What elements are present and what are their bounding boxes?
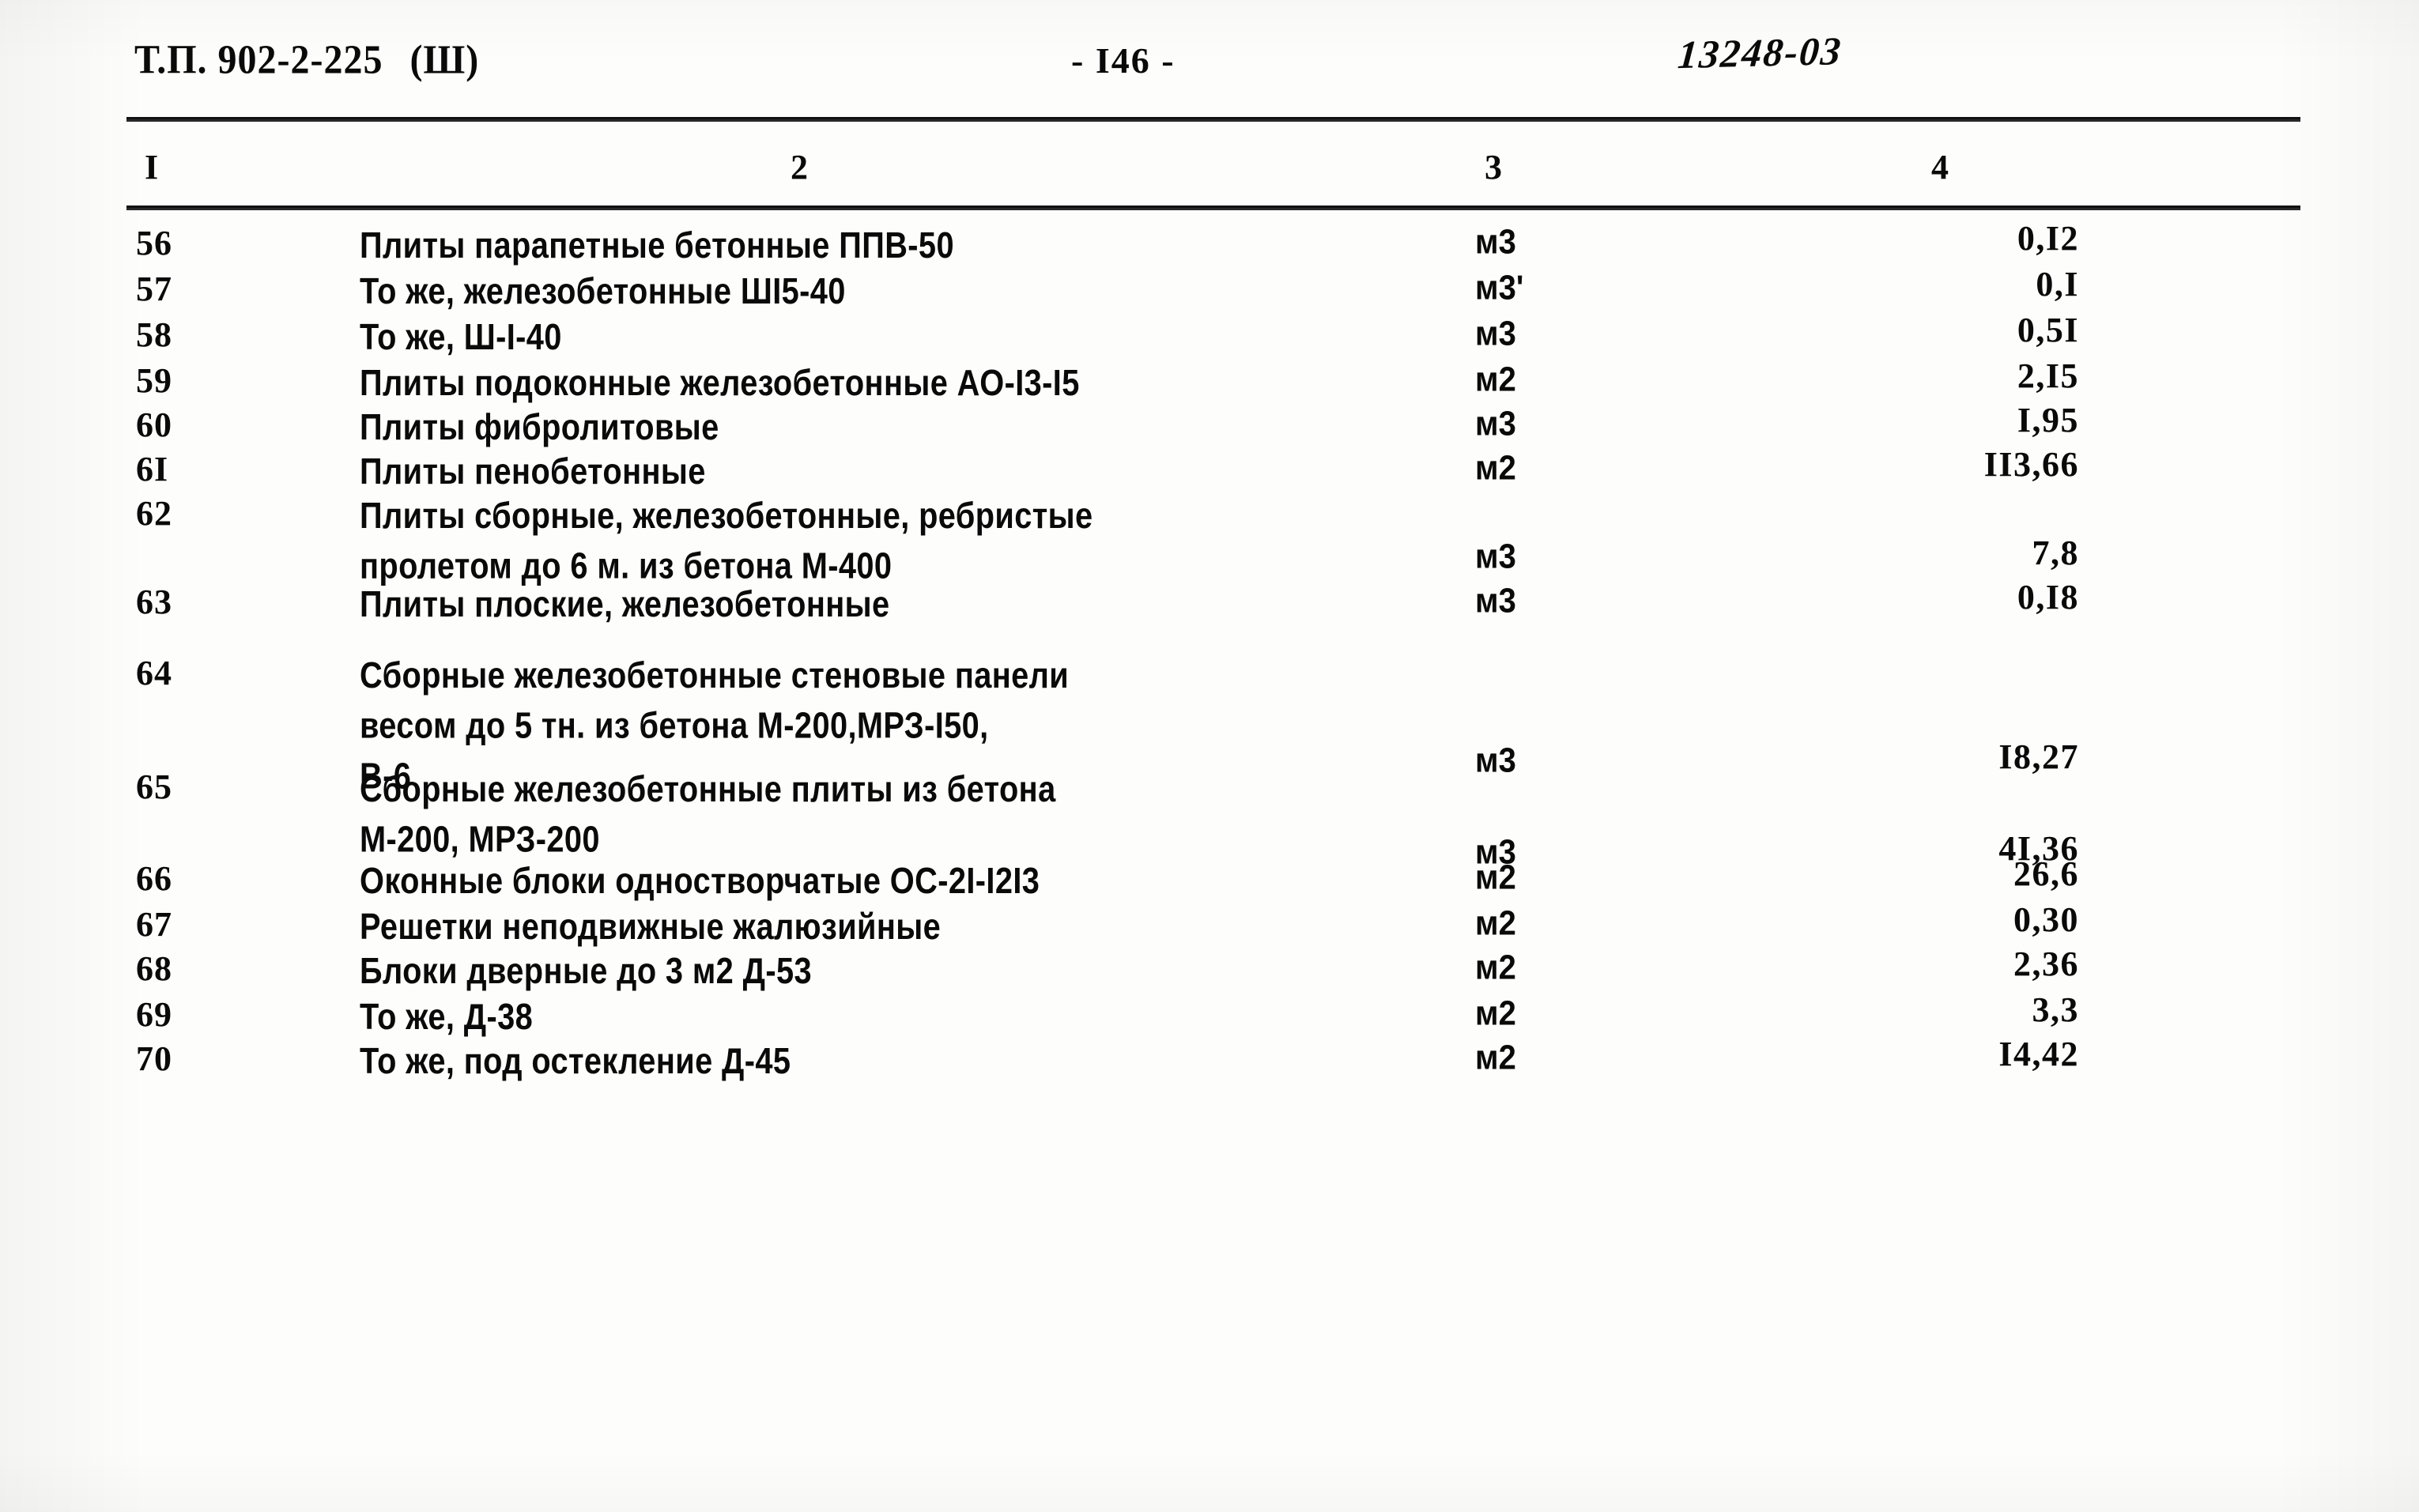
row-value: 0,5I [2017, 311, 2079, 349]
document-code: Т.П. 902-2-225 (Ш) [134, 36, 479, 83]
row-number: 56 [136, 224, 172, 262]
row-unit: м2 [1475, 948, 1516, 987]
description-line: То же, под остекление Д-45 [360, 1039, 791, 1082]
row-unit: м3 [1475, 582, 1516, 620]
row-unit: м3 [1475, 223, 1516, 262]
column-header-1: I [145, 148, 159, 187]
row-unit: м3 [1475, 537, 1516, 576]
row-number: 58 [136, 315, 172, 354]
document-header: Т.П. 902-2-225 (Ш) - I46 - 13248-03 [0, 28, 2419, 100]
row-description: Решетки неподвижные жалюзийные [360, 901, 1379, 952]
column-header-3: 3 [1485, 148, 1502, 187]
row-description: Плиты сборные, железобетонные, ребристые… [360, 490, 1379, 591]
row-value: 26,6 [2013, 854, 2079, 893]
row-description: Плиты парапетные бетонные ППВ-50 [360, 220, 1379, 270]
row-value: I,95 [2017, 401, 2079, 439]
row-unit: м2 [1475, 449, 1516, 488]
row-number: 65 [136, 767, 172, 806]
description-line: Плиты фибролитовые [360, 405, 719, 448]
description-line: Оконные блоки одностворчатые ОС-2I-I2I3 [360, 859, 1040, 902]
row-unit: м3' [1475, 269, 1524, 307]
row-unit: м3 [1475, 741, 1516, 780]
row-number: 69 [136, 995, 172, 1034]
row-unit: м2 [1475, 1039, 1516, 1077]
row-value: II3,66 [1983, 445, 2079, 484]
row-description: То же, Д-38 [360, 991, 1379, 1042]
description-line: Сборные железобетонные стеновые панели [360, 654, 1070, 696]
row-unit: м2 [1475, 994, 1516, 1033]
row-value: 0,I8 [2017, 578, 2079, 616]
row-number: 60 [136, 405, 172, 444]
column-header-4: 4 [1931, 148, 1949, 187]
table-column-headers: I 2 3 4 [0, 147, 2419, 199]
row-value: 0,I2 [2017, 219, 2079, 258]
row-number: 70 [136, 1039, 172, 1078]
row-number: 68 [136, 949, 172, 988]
row-description: Плиты подоконные железобетонные АО-I3-I5 [360, 357, 1379, 408]
row-value: 7,8 [2032, 534, 2079, 572]
description-line: То же, Д-38 [360, 995, 534, 1038]
description-line: Сборные железобетонные плиты из бетона [360, 767, 1056, 810]
table-rule-bottom [126, 205, 2300, 210]
row-number: 59 [136, 361, 172, 400]
row-description: Плиты пенобетонные [360, 446, 1379, 496]
row-description: Плиты фибролитовые [360, 402, 1379, 452]
row-unit: м2 [1475, 858, 1516, 897]
description-line: То же, Ш-I-40 [360, 315, 562, 358]
row-number: 63 [136, 583, 172, 621]
row-description: Плиты плоские, железобетонные [360, 579, 1379, 629]
row-value: 2,I5 [2017, 356, 2079, 395]
scanned-document-page: Т.П. 902-2-225 (Ш) - I46 - 13248-03 I 2 3… [0, 0, 2419, 1512]
description-line: Плиты парапетные бетонные ППВ-50 [360, 224, 954, 266]
row-description: То же, Ш-I-40 [360, 311, 1379, 362]
document-code-suffix: (Ш) [409, 37, 480, 83]
row-number: 67 [136, 905, 172, 944]
row-number: 57 [136, 270, 172, 308]
row-unit: м3 [1475, 315, 1516, 353]
description-line: Плиты сборные, железобетонные, ребристые [360, 494, 1093, 537]
row-description: То же, железобетонные ШI5-40 [360, 266, 1379, 316]
document-code-text: Т.П. 902-2-225 [134, 37, 383, 83]
table-rule-top [126, 117, 2300, 122]
row-description: Оконные блоки одностворчатые ОС-2I-I2I3 [360, 855, 1379, 906]
description-line: Решетки неподвижные жалюзийные [360, 905, 942, 948]
row-value: 3,3 [2032, 990, 2079, 1029]
row-description: То же, под остекление Д-45 [360, 1035, 1379, 1086]
row-description: Блоки дверные до 3 м2 Д-53 [360, 945, 1379, 996]
row-description: Сборные железобетонные плиты из бетона М-… [360, 764, 1379, 865]
column-header-2: 2 [791, 148, 808, 187]
row-unit: м3 [1475, 405, 1516, 443]
handwritten-stamp-number: 13248-03 [1676, 28, 1844, 77]
row-number: 64 [136, 654, 172, 692]
row-unit: м2 [1475, 360, 1516, 399]
description-line: Плиты пенобетонные [360, 450, 706, 492]
row-unit: м2 [1475, 904, 1516, 943]
description-line: Плиты плоские, железобетонные [360, 583, 890, 625]
description-line: То же, железобетонные ШI5-40 [360, 270, 846, 312]
description-line: весом до 5 тн. из бетона М-200,МРЗ-I50, [360, 704, 989, 746]
row-value: 0,30 [2013, 900, 2079, 939]
row-value: 0,I [2036, 265, 2079, 304]
page-number: - I46 - [1071, 40, 1176, 81]
description-line: Блоки дверные до 3 м2 Д-53 [360, 949, 812, 992]
row-number: 62 [136, 494, 172, 533]
row-number: 66 [136, 859, 172, 898]
row-value: I4,42 [1998, 1035, 2079, 1073]
row-number: 6I [136, 450, 169, 488]
description-line: Плиты подоконные железобетонные АО-I3-I5 [360, 361, 1080, 404]
row-value: 2,36 [2013, 945, 2079, 983]
row-value: I8,27 [1998, 737, 2079, 776]
